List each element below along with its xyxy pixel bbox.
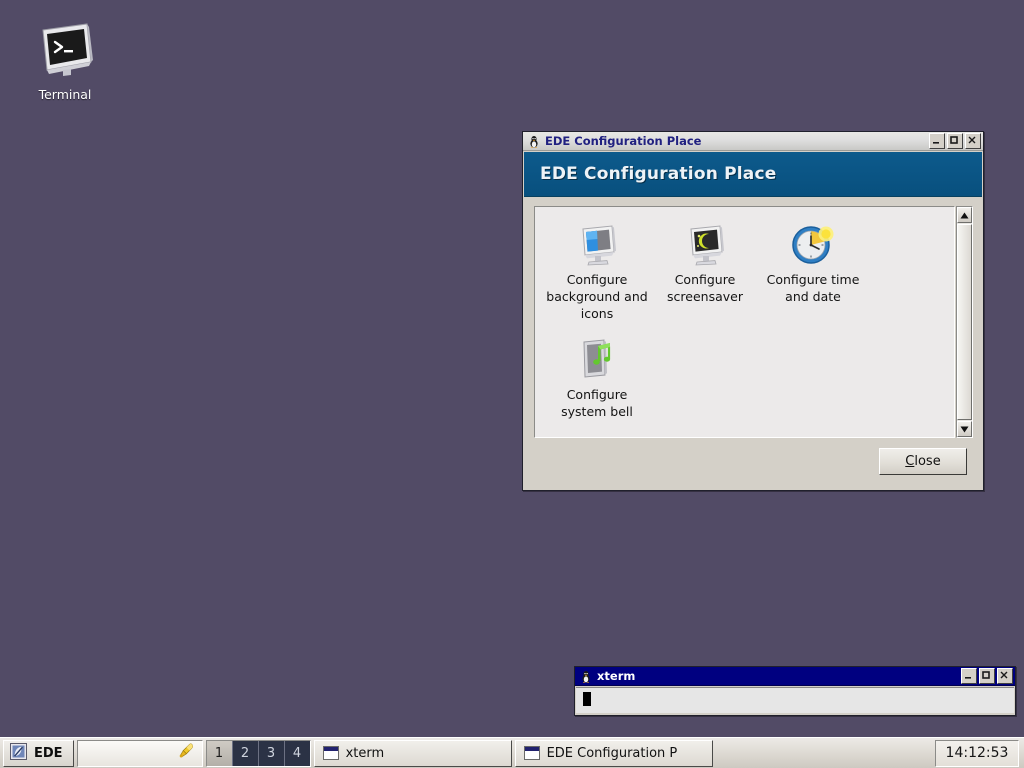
taskbar: EDE 1 2 3 4 xterm EDE Configuration P 14… [0,737,1024,768]
scrollbar-track[interactable] [957,223,972,421]
workspace-4[interactable]: 4 [284,740,310,766]
desktop: Terminal EDE Configuration Place EDE Con… [0,0,1024,768]
task-button-xterm[interactable]: xterm [313,739,512,767]
terminal-monitor-icon [33,18,97,82]
close-button[interactable] [997,668,1013,684]
config-item-label: Configure screensaver [667,272,743,304]
ede-logo-icon [10,742,27,764]
maximize-button[interactable] [947,133,963,149]
config-footer: Close [523,432,983,490]
config-item-label: Configure system bell [561,387,633,419]
xterm-title: xterm [597,669,636,683]
maximize-button[interactable] [979,668,995,684]
config-vertical-scrollbar[interactable] [956,206,973,438]
xterm-titlebar[interactable]: xterm [575,667,1015,686]
close-button[interactable] [965,133,981,149]
workspace-1[interactable]: 1 [206,740,233,766]
config-banner: EDE Configuration Place [524,152,982,197]
window-mini-icon [322,746,339,760]
config-item-system-bell[interactable]: Configure system bell [543,332,651,420]
monitor-wallpaper-icon [574,221,620,267]
start-button-label: EDE [34,745,63,761]
clock-sun-icon [790,221,836,267]
scrollbar-thumb[interactable] [957,224,972,420]
scroll-up-arrow-icon[interactable] [957,207,972,223]
start-button-ede[interactable]: EDE [3,739,74,767]
config-item-screensaver[interactable]: Configure screensaver [651,217,759,322]
task-button-label: EDE Configuration P [546,745,678,761]
config-window-titlebar[interactable]: EDE Configuration Place [523,132,983,151]
window-mini-icon [523,746,540,760]
workspace-pager[interactable]: 1 2 3 4 [205,739,311,767]
desktop-icon-terminal[interactable]: Terminal [24,18,106,102]
close-button[interactable]: Close [879,447,967,475]
system-tray [76,739,203,767]
workspace-3[interactable]: 3 [258,740,285,766]
close-button-mnemonic: C [905,453,915,469]
config-items-panel: Configure background and icons Configure… [534,206,955,438]
close-button-label: lose [914,453,941,469]
tux-penguin-icon [527,134,541,148]
task-button-ede-configuration-place[interactable]: EDE Configuration P [514,739,713,767]
monitor-moon-icon [682,221,728,267]
config-window-title: EDE Configuration Place [545,134,702,148]
config-item-time-and-date[interactable]: Configure time and date [759,217,867,322]
xterm-terminal-area[interactable] [576,687,1014,713]
config-item-label: Configure time and date [766,272,860,304]
xterm-window[interactable]: xterm [574,666,1016,716]
xterm-title-buttons [961,668,1013,684]
bell-icon[interactable] [178,742,196,764]
terminal-cursor [583,692,591,706]
task-button-label: xterm [345,745,385,761]
workspace-2[interactable]: 2 [232,740,259,766]
config-window-title-buttons [929,133,981,149]
config-banner-heading: EDE Configuration Place [540,164,777,184]
taskbar-clock[interactable]: 14:12:53 [935,739,1019,767]
ede-configuration-place-window[interactable]: EDE Configuration Place EDE Configuratio… [522,131,984,491]
minimize-button[interactable] [961,668,977,684]
config-body: Configure background and icons Configure… [534,206,973,438]
desktop-icon-label: Terminal [38,87,92,102]
tux-penguin-icon [579,669,593,683]
config-item-background-and-icons[interactable]: Configure background and icons [543,217,651,322]
minimize-button[interactable] [929,133,945,149]
speaker-music-note-icon [574,336,620,382]
config-item-label: Configure background and icons [546,272,648,321]
config-items-grid: Configure background and icons Configure… [535,207,954,426]
